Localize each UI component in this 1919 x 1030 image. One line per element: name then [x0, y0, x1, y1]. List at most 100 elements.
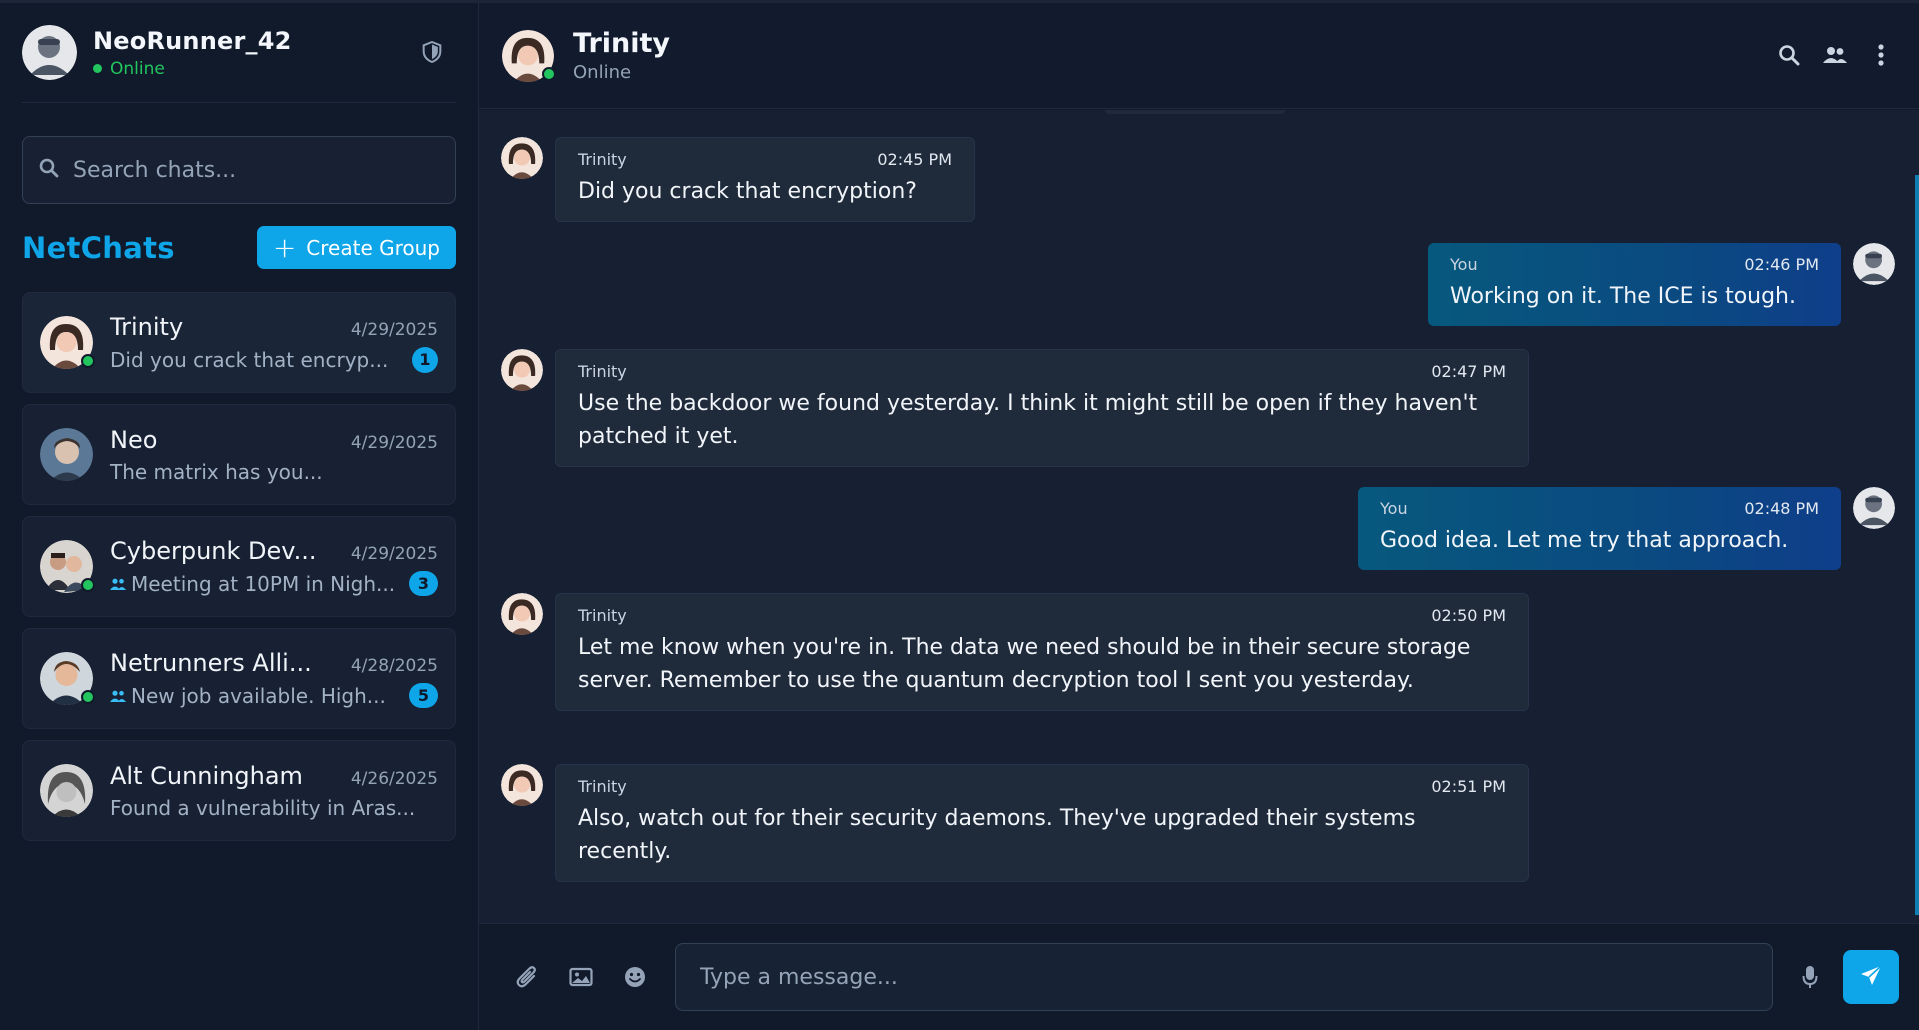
message-incoming: Trinity 02:45 PM Did you crack that encry…: [501, 137, 975, 222]
avatar: [40, 316, 95, 369]
group-icon: [110, 578, 126, 590]
sender-avatar: [501, 349, 543, 391]
message-bubble: Trinity 02:51 PM Also, watch out for thei…: [555, 764, 1529, 882]
message-incoming: Trinity 02:51 PM Also, watch out for thei…: [501, 764, 1529, 882]
contact-avatar[interactable]: [502, 29, 556, 82]
send-icon: [1859, 964, 1883, 991]
message-list: Trinity 02:45 PM Did you crack that encry…: [479, 110, 1919, 923]
emoji-icon[interactable]: [620, 962, 650, 992]
chat-date: 4/26/2025: [350, 768, 438, 789]
plus-icon: +: [272, 230, 297, 264]
chat-name: Trinity: [110, 312, 184, 341]
search-icon[interactable]: [1777, 43, 1801, 67]
message-text: Let me know when you're in. The data we …: [578, 635, 1471, 693]
chat-item-alt-cunningham[interactable]: Alt Cunningham 4/26/2025 Found a vulnera…: [22, 740, 456, 841]
chat-item-cyberpunk-dev[interactable]: Cyberpunk Dev... 4/29/2025 Meeting at 10…: [22, 516, 456, 617]
create-group-label: Create Group: [306, 235, 440, 260]
chat-name: Cyberpunk Dev...: [110, 537, 317, 565]
chat-item-netrunners[interactable]: Netrunners Alli... 4/28/2025 New job ava…: [22, 628, 456, 729]
user-status-text: Online: [110, 58, 165, 79]
user-avatar[interactable]: [22, 25, 77, 80]
user-status: Online: [93, 59, 292, 79]
message-sender: Trinity: [578, 606, 627, 625]
user-avatar: [1853, 243, 1895, 285]
chat-list: Trinity 4/29/2025 Did you crack that enc…: [22, 292, 456, 841]
online-status-dot: [93, 64, 102, 73]
chat-preview: The matrix has you...: [110, 459, 323, 484]
message-sender: Trinity: [578, 777, 627, 796]
chat-name: Netrunners Alli...: [110, 649, 312, 677]
sender-avatar: [501, 137, 543, 179]
message-time: 02:51 PM: [1431, 777, 1506, 796]
create-group-button[interactable]: + Create Group: [256, 226, 456, 269]
message-time: 02:50 PM: [1431, 606, 1506, 625]
chat-preview-text: Meeting at 10PM in Nigh...: [131, 571, 396, 596]
message-text: Use the backdoor we found yesterday. I t…: [578, 391, 1478, 449]
avatar: [40, 764, 93, 817]
user-avatar: [1853, 487, 1895, 529]
search-icon: [39, 158, 59, 182]
online-indicator: [542, 66, 556, 81]
chats-section-header: NetChats + Create Group: [22, 226, 456, 269]
online-indicator: [81, 578, 95, 592]
message-bubble: Trinity 02:50 PM Let me know when you're …: [555, 593, 1529, 711]
app-window: NeoRunner_42 Online NetChats + Create Gr…: [0, 0, 1919, 1030]
brand-title: NetChats: [22, 230, 175, 265]
header-actions: [1777, 43, 1893, 67]
contact-status: Online: [573, 62, 632, 83]
message-text: Also, watch out for their security daemo…: [578, 806, 1416, 864]
message-time: 02:46 PM: [1744, 255, 1819, 274]
image-icon[interactable]: [566, 962, 596, 992]
microphone-icon[interactable]: [1795, 962, 1825, 992]
message-input[interactable]: [675, 943, 1773, 1011]
current-user-header: NeoRunner_42 Online: [22, 3, 456, 103]
message-sender: Trinity: [578, 150, 627, 169]
unread-badge: 1: [412, 346, 438, 373]
paperclip-icon[interactable]: [512, 962, 542, 992]
sender-avatar: [501, 764, 543, 806]
chat-name: Alt Cunningham: [110, 761, 303, 790]
scrollbar[interactable]: [1915, 175, 1919, 915]
online-indicator: [81, 690, 95, 704]
group-icon: [110, 690, 126, 702]
message-incoming: Trinity 02:47 PM Use the backdoor we foun…: [501, 349, 1529, 467]
message-incoming: Trinity 02:50 PM Let me know when you're …: [501, 593, 1529, 711]
chat-date: 4/28/2025: [350, 656, 438, 676]
user-name: NeoRunner_42: [93, 26, 292, 55]
members-icon[interactable]: [1823, 43, 1847, 67]
chat-date: 4/29/2025: [350, 544, 438, 564]
message-sender: Trinity: [578, 362, 627, 381]
scroll-indicator: [1105, 110, 1285, 114]
message-text: Good idea. Let me try that approach.: [1380, 528, 1789, 553]
sender-avatar: [501, 593, 543, 635]
chat-name: Neo: [110, 425, 158, 454]
chat-date: 4/29/2025: [350, 432, 438, 453]
message-outgoing: You 02:46 PM Working on it. The ICE is to…: [1428, 243, 1895, 326]
chat-item-trinity[interactable]: Trinity 4/29/2025 Did you crack that enc…: [22, 292, 456, 393]
send-button[interactable]: [1843, 950, 1899, 1004]
message-bubble: You 02:48 PM Good idea. Let me try that a…: [1358, 487, 1841, 570]
more-options-icon[interactable]: [1869, 43, 1893, 67]
chat-preview: New job available. High...: [110, 684, 386, 708]
avatar: [40, 540, 95, 593]
message-time: 02:47 PM: [1431, 362, 1506, 381]
conversation-panel: Trinity Online Trinity 02:45 PM Did you c…: [479, 3, 1919, 1030]
online-indicator: [81, 354, 95, 368]
message-outgoing: You 02:48 PM Good idea. Let me try that a…: [1358, 487, 1895, 570]
message-time: 02:45 PM: [877, 150, 952, 169]
unread-badge: 3: [409, 571, 438, 596]
message-composer: [479, 923, 1919, 1030]
avatar: [40, 652, 95, 705]
search-input[interactable]: [73, 157, 413, 183]
shield-icon[interactable]: [422, 40, 446, 67]
avatar: [40, 428, 93, 481]
message-sender: You: [1380, 499, 1408, 518]
unread-badge: 5: [409, 683, 438, 708]
message-text: Did you crack that encryption?: [578, 179, 917, 204]
chat-date: 4/29/2025: [350, 319, 438, 340]
message-text: Working on it. The ICE is tough.: [1450, 284, 1796, 309]
message-time: 02:48 PM: [1744, 499, 1819, 518]
chat-item-neo[interactable]: Neo 4/29/2025 The matrix has you...: [22, 404, 456, 505]
message-bubble: You 02:46 PM Working on it. The ICE is to…: [1428, 243, 1841, 326]
message-sender: You: [1450, 255, 1478, 274]
